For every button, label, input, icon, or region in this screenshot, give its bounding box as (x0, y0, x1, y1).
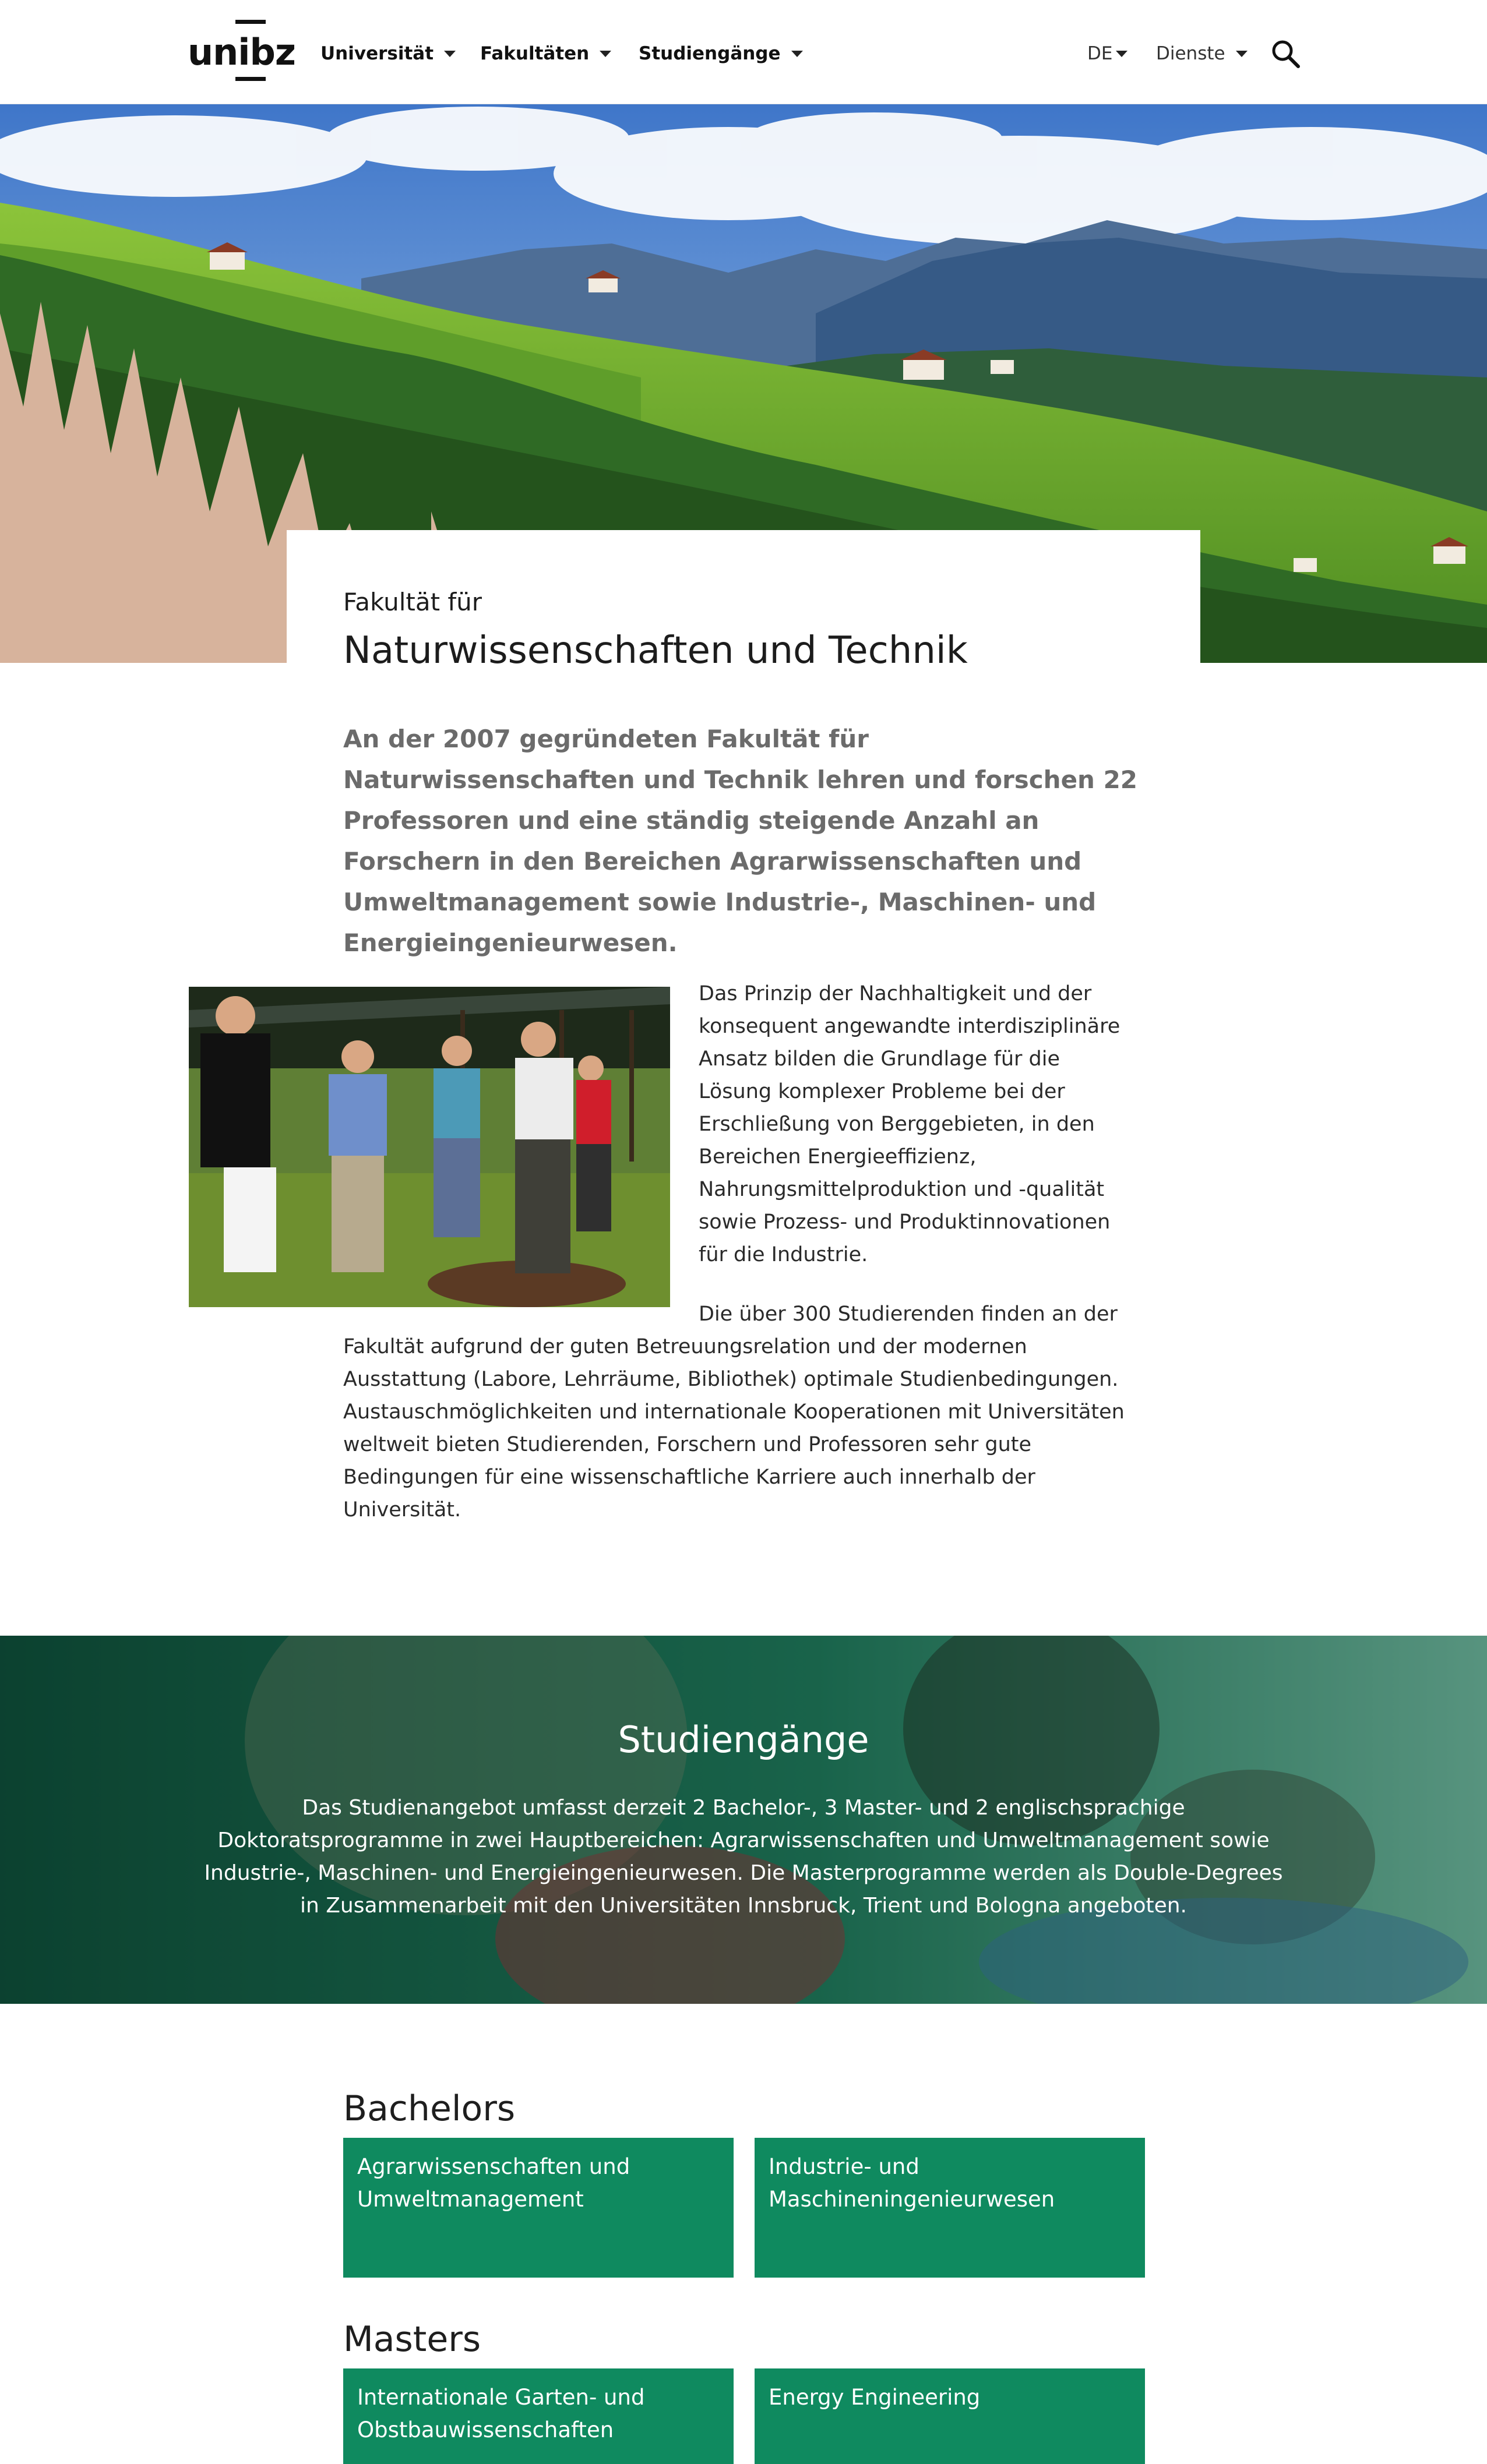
site-header: unibz Universität Fakultäten Studiengäng… (0, 0, 1487, 104)
nav-studiengaenge[interactable]: Studiengänge (639, 42, 803, 65)
body-text: Das Prinzip der Nachhaltigkeit und der k… (343, 977, 1136, 1553)
nav-label: Fakultäten (480, 43, 590, 64)
chevron-down-icon (791, 50, 803, 57)
masters-heading: Masters (343, 2319, 481, 2360)
language-label: DE (1087, 43, 1113, 64)
program-tile-industrie[interactable]: Industrie- und Maschineningenieurwesen (755, 2138, 1145, 2278)
lead-paragraph: An der 2007 gegründeten Fakultät für Nat… (343, 725, 1138, 957)
bachelors-heading: Bachelors (343, 2088, 516, 2129)
nav-label: Studiengänge (639, 43, 781, 64)
faculty-kicker: Fakultät für (343, 588, 482, 616)
nav-universitaet[interactable]: Universität (320, 42, 456, 65)
chevron-down-icon (444, 50, 456, 57)
nav-fakultaeten[interactable]: Fakultäten (480, 42, 612, 65)
program-label: Energy Engineering (769, 2385, 981, 2410)
program-tile-agrarwissenschaften[interactable]: Agrarwissenschaften und Umweltmanagement (343, 2138, 734, 2278)
chevron-down-icon (1235, 50, 1248, 57)
photo-float-space (343, 977, 699, 1315)
logo-bar-bottom (235, 77, 266, 81)
unibz-logo[interactable]: unibz (188, 20, 296, 82)
nav-label: Universität (320, 43, 434, 64)
chevron-down-icon (600, 50, 612, 57)
program-tile-garten-obstbau[interactable]: Internationale Garten- und Obstbauwissen… (343, 2368, 734, 2464)
chevron-down-icon (1116, 50, 1128, 57)
program-label: Internationale Garten- und Obstbauwissen… (357, 2385, 645, 2442)
page-title: Naturwissenschaften und Technik (343, 629, 968, 672)
logo-bar-top (235, 20, 266, 24)
services-menu[interactable]: Dienste (1156, 42, 1248, 65)
program-label: Agrarwissenschaften und Umweltmanagement (357, 2154, 630, 2212)
search-icon[interactable] (1270, 38, 1301, 69)
program-tile-energy-engineering[interactable]: Energy Engineering (755, 2368, 1145, 2464)
logo-text: unibz (188, 31, 296, 73)
program-label: Industrie- und Maschineningenieurwesen (769, 2154, 1055, 2212)
language-switcher[interactable]: DE (1087, 42, 1128, 65)
body-paragraph: Die über 300 Studierenden finden an der … (343, 1302, 1125, 1522)
studies-title: Studiengänge (618, 1718, 869, 1761)
services-label: Dienste (1156, 43, 1225, 64)
studies-description: Das Studienangebot umfasst derzeit 2 Bac… (204, 1796, 1283, 1918)
